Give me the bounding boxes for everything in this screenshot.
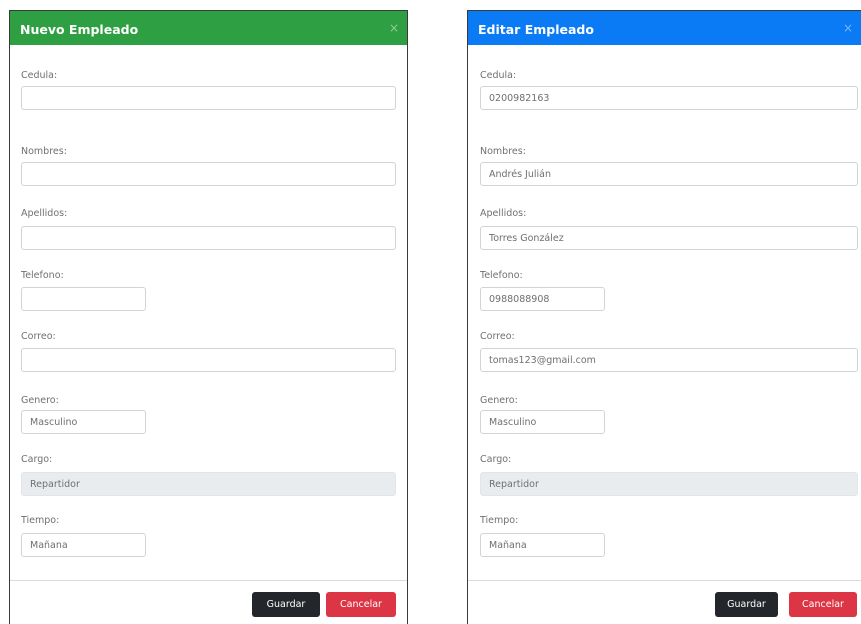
close-icon[interactable]: × — [389, 21, 399, 35]
genero-select[interactable]: Masculino — [21, 410, 146, 434]
correo-label: Correo: — [480, 331, 515, 342]
nombres-input[interactable] — [21, 162, 396, 186]
cargo-input: Repartidor — [21, 472, 396, 496]
cedula-input[interactable] — [21, 86, 396, 110]
modal-title: Editar Empleado — [478, 22, 594, 37]
modal-header: Nuevo Empleado × — [10, 11, 407, 45]
modal-footer — [468, 580, 861, 581]
tiempo-label: Tiempo: — [21, 515, 60, 526]
cancel-button[interactable]: Cancelar — [326, 592, 396, 617]
genero-label: Genero: — [21, 395, 59, 406]
modal-title: Nuevo Empleado — [20, 22, 139, 37]
apellidos-input[interactable] — [21, 226, 396, 250]
nombres-label: Nombres: — [21, 146, 67, 157]
modal-header: Editar Empleado × — [468, 11, 861, 45]
nombres-label: Nombres: — [480, 146, 526, 157]
close-icon[interactable]: × — [843, 21, 853, 35]
telefono-label: Telefono: — [21, 270, 64, 281]
cargo-input: Repartidor — [480, 472, 858, 496]
correo-input[interactable] — [21, 348, 396, 372]
telefono-input[interactable]: 0988088908 — [480, 287, 605, 311]
telefono-input[interactable] — [21, 287, 146, 311]
edit-employee-modal: Editar Empleado × Cedula: 0200982163 Nom… — [467, 10, 861, 624]
modal-footer — [10, 580, 407, 581]
cedula-input[interactable]: 0200982163 — [480, 86, 858, 110]
tiempo-select[interactable]: Mañana — [21, 533, 146, 557]
genero-label: Genero: — [480, 395, 518, 406]
correo-label: Correo: — [21, 331, 56, 342]
telefono-label: Telefono: — [480, 270, 523, 281]
cancel-button[interactable]: Cancelar — [789, 592, 857, 617]
cedula-label: Cedula: — [21, 70, 58, 81]
nombres-input[interactable]: Andrés Julián — [480, 162, 858, 186]
tiempo-select[interactable]: Mañana — [480, 533, 605, 557]
genero-select[interactable]: Masculino — [480, 410, 605, 434]
save-button[interactable]: Guardar — [715, 592, 778, 617]
apellidos-label: Apellidos: — [21, 208, 68, 219]
apellidos-label: Apellidos: — [480, 208, 527, 219]
apellidos-input[interactable]: Torres González — [480, 226, 858, 250]
new-employee-modal: Nuevo Empleado × Cedula: Nombres: Apelli… — [9, 10, 408, 624]
cargo-label: Cargo: — [21, 454, 53, 465]
save-button[interactable]: Guardar — [252, 592, 320, 617]
correo-input[interactable]: tomas123@gmail.com — [480, 348, 858, 372]
tiempo-label: Tiempo: — [480, 515, 519, 526]
cedula-label: Cedula: — [480, 70, 517, 81]
cargo-label: Cargo: — [480, 454, 512, 465]
